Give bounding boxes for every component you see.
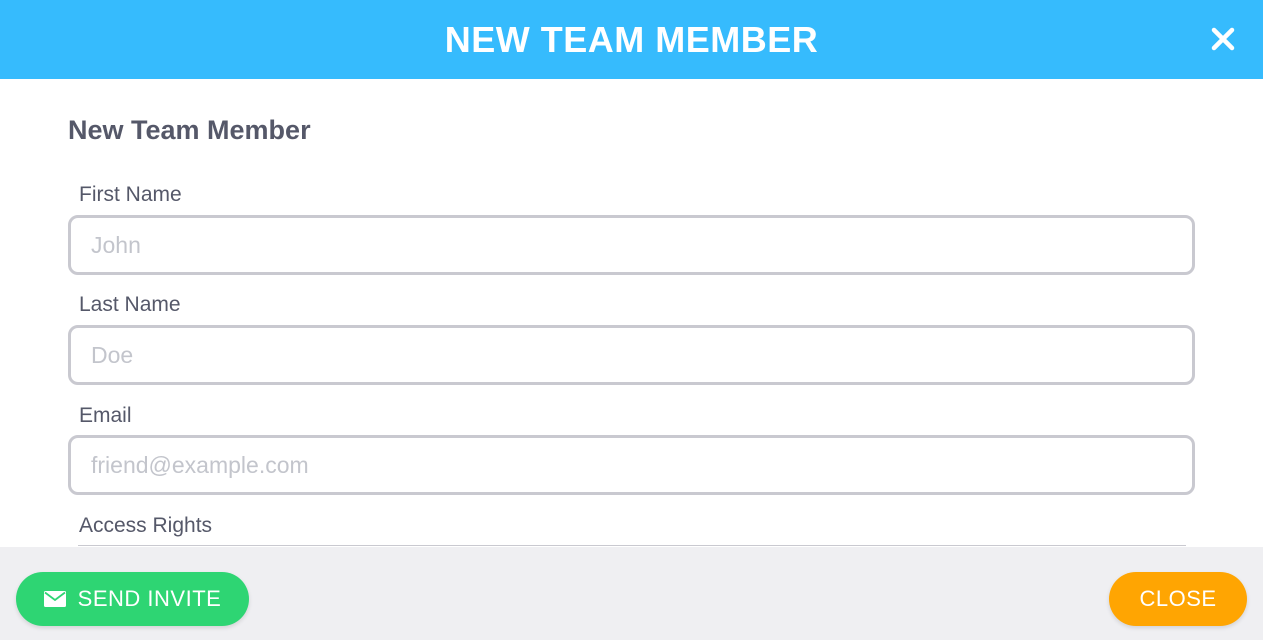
first-name-label: First Name [79, 183, 182, 206]
send-invite-button[interactable]: SEND INVITE [16, 572, 249, 626]
first-name-input[interactable] [68, 215, 1195, 275]
modal-footer: SEND INVITE CLOSE [0, 547, 1263, 640]
close-button[interactable]: CLOSE [1109, 572, 1247, 626]
email-label: Email [79, 404, 132, 427]
modal-header: NEW TEAM MEMBER [0, 0, 1263, 79]
last-name-input[interactable] [68, 325, 1195, 385]
email-input[interactable] [68, 435, 1195, 495]
envelope-icon [43, 591, 66, 607]
close-button-label: CLOSE [1139, 586, 1217, 611]
send-invite-label: SEND INVITE [77, 586, 222, 611]
modal-title: NEW TEAM MEMBER [444, 19, 819, 60]
last-name-label: Last Name [79, 293, 181, 316]
access-rights-divider [78, 545, 1186, 546]
modal-body: New Team Member First Name Last Name Ema… [0, 79, 1263, 547]
close-x-icon [1211, 27, 1235, 51]
form-section-title: New Team Member [68, 115, 311, 145]
close-modal-button[interactable] [1201, 17, 1245, 61]
access-rights-label: Access Rights [79, 514, 213, 537]
